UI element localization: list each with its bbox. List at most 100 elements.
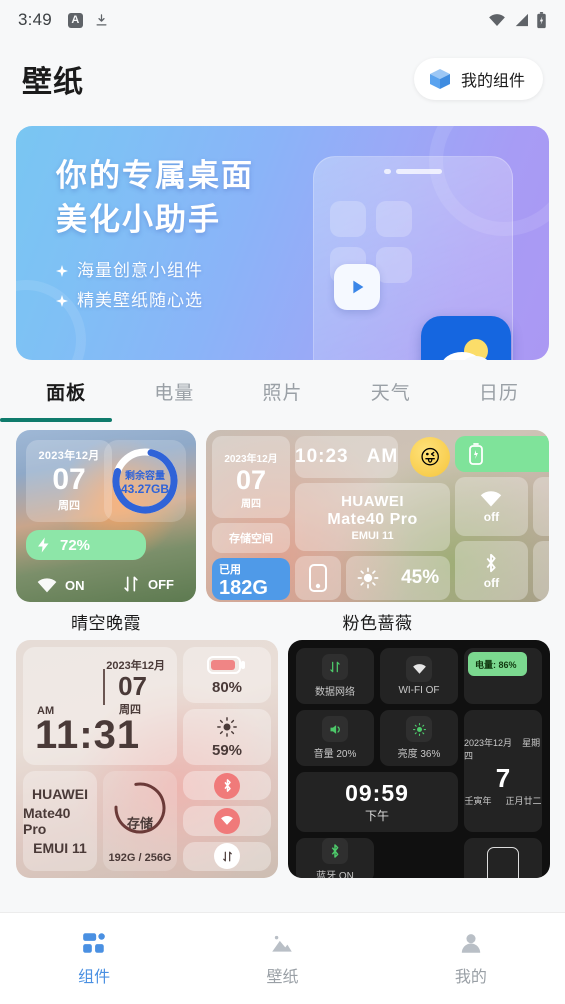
rose-time-row: 10:23 AM 😜	[295, 436, 451, 478]
rose-airplane-switch: off	[532, 541, 549, 600]
tab-active-underline	[0, 418, 112, 422]
brightness-icon	[217, 716, 237, 737]
cube-icon	[429, 69, 450, 89]
sunset-wifi-state: ON	[65, 578, 85, 593]
pink-switch-column	[183, 771, 271, 871]
widget-preview-rose[interactable]: 2023年12月 07 周四 存储空间 已用 182G 10:23 AM 😜 H…	[206, 430, 549, 602]
rose-brightness-value: 45%	[401, 567, 440, 588]
widget-cell-rose[interactable]: 2023年12月 07 周四 存储空间 已用 182G 10:23 AM 😜 H…	[206, 430, 549, 634]
wifi-icon	[489, 14, 505, 26]
rose-time: 10:23	[295, 446, 349, 467]
dark-battery-label: 电量: 86%	[468, 652, 527, 676]
diamond-icon	[56, 295, 68, 307]
tab-calendar[interactable]: 日历	[445, 378, 553, 405]
rose-day: 07	[235, 464, 267, 495]
widget-preview-sunset[interactable]: 2023年12月 07 周四 剩余容量 43.27GB 72% ON OFF	[16, 430, 196, 602]
sunset-battery-tile: 72%	[26, 530, 146, 560]
dark-bluetooth-label: 蓝牙 ON	[316, 871, 354, 878]
status-bar-left-icons: A	[67, 12, 109, 28]
volume-icon	[322, 716, 348, 742]
data-transfer-icon	[214, 843, 240, 870]
sunset-year-month: 2023年12月	[38, 450, 100, 462]
phone-outline-icon	[487, 846, 519, 878]
dark-time: 09:59	[345, 780, 409, 806]
widget-cell-dark[interactable]: 数据网络 WI-FI OF 电量: 86% 音量 20% 亮度 36% 2023…	[288, 640, 550, 878]
banner-bullet-1: 海量创意小组件	[56, 256, 254, 286]
banner-bullets: 海量创意小组件 精美壁纸随心选	[56, 256, 254, 316]
page-header: 壁纸 我的组件	[0, 40, 565, 118]
pink-bottom-left: HUAWEI Mate40 Pro EMUI 11 存储 192G / 256G	[23, 771, 177, 871]
pink-storage-tile: 存储 192G / 256G	[103, 771, 177, 871]
dark-battery-tile: 电量: 86%	[464, 648, 542, 704]
widget-cell-pink[interactable]: 2023年12月 07 周四 AM 11:31 80% 59% HUAWEI M…	[16, 640, 278, 878]
phone-outline-icon	[295, 556, 341, 600]
nav-item-wallpaper[interactable]: 壁纸	[188, 913, 376, 1004]
sunset-storage-value: 43.27GB	[120, 481, 170, 496]
sunset-wifi-toggle: ON	[36, 577, 85, 594]
tab-battery[interactable]: 电量	[120, 378, 228, 405]
font-size-icon: A	[67, 12, 83, 28]
widget-row-2: 2023年12月 07 周四 AM 11:31 80% 59% HUAWEI M…	[16, 640, 550, 878]
widget-cell-sunset[interactable]: 2023年12月 07 周四 剩余容量 43.27GB 72% ON OFF 晴…	[16, 430, 196, 634]
rose-data-switch: on	[532, 477, 549, 536]
status-bar: 3:49 A	[0, 0, 565, 40]
brightness-icon	[406, 716, 432, 742]
pink-model: Mate40 Pro	[23, 805, 71, 837]
promo-banner[interactable]: 00:10 你的专属桌面 美化小助手 海量创意小组件 精美壁纸随心选	[16, 126, 549, 360]
dark-calendar-tile: 2023年12月 星期四 7 壬寅年 正月廿二	[464, 710, 542, 832]
nav-item-profile[interactable]: 我的	[377, 913, 565, 1004]
battery-icon	[207, 655, 245, 674]
play-icon	[334, 264, 380, 310]
emoji-face-icon: 😜	[410, 437, 451, 477]
banner-bullet-2: 精美壁纸随心选	[56, 286, 254, 316]
tab-photo[interactable]: 照片	[228, 378, 336, 405]
tab-panel[interactable]: 面板	[12, 378, 120, 405]
bottom-navigation: 组件 壁纸 我的	[0, 912, 565, 1004]
dark-lunar-year: 壬寅年	[464, 795, 492, 806]
battery-icon	[469, 443, 484, 465]
nav-label-wallpaper: 壁纸	[266, 969, 299, 986]
tab-weather[interactable]: 天气	[337, 378, 445, 405]
rose-switch-grid: off on off	[455, 477, 549, 600]
widget-preview-pink[interactable]: 2023年12月 07 周四 AM 11:31 80% 59% HUAWEI M…	[16, 640, 278, 878]
rose-right-column: 99% off on	[455, 436, 549, 600]
pink-clock-tile: 2023年12月 07 周四 AM 11:31	[23, 647, 177, 765]
sunset-battery-value: 72%	[60, 536, 91, 554]
rose-weekday: 周四	[241, 498, 261, 510]
rose-wifi-switch: off	[455, 477, 528, 536]
banner-text-block: 你的专属桌面 美化小助手 海量创意小组件 精美壁纸随心选	[56, 154, 254, 316]
wifi-icon	[214, 807, 240, 834]
widget-label-sunset: 晴空晚霞	[71, 614, 141, 633]
nav-item-widgets[interactable]: 组件	[0, 913, 188, 1004]
status-bar-time: 3:49	[18, 10, 52, 29]
data-transfer-icon	[322, 654, 348, 680]
dark-calendar-ym: 2023年12月	[464, 737, 513, 748]
download-icon	[96, 13, 107, 25]
dark-meridiem: 下午	[364, 809, 389, 823]
rose-battery-tile: 99%	[455, 436, 549, 472]
rose-bottom-row: 45%	[295, 556, 451, 600]
widget-label-rose: 粉色蔷薇	[342, 614, 413, 633]
dark-wifi-tile: WI-FI OF	[380, 648, 458, 704]
rose-storage-label: 存储空间	[212, 523, 290, 553]
rose-wifi-state: off	[483, 509, 500, 524]
rose-left-column: 2023年12月 07 周四 存储空间 已用 182G	[212, 436, 290, 600]
sunset-weekday: 周四	[58, 500, 80, 512]
pink-battery-tile: 80%	[183, 647, 271, 703]
rose-brightness-tile: 45%	[346, 556, 451, 600]
rose-used-tile: 已用 182G	[212, 558, 290, 600]
widget-grid: 2023年12月 07 周四 剩余容量 43.27GB 72% ON OFF 晴…	[0, 422, 565, 878]
rose-model: Mate40 Pro	[327, 510, 418, 528]
weather-cloud-sun-icon	[421, 316, 511, 360]
pink-day: 07	[118, 671, 147, 701]
pink-data-switch	[183, 841, 271, 871]
rose-device-tile: HUAWEI Mate40 Pro EMUI 11	[295, 483, 451, 551]
dark-clock-tile: 09:59 下午	[296, 772, 458, 832]
dark-calendar-lunar: 壬寅年 正月廿二	[464, 794, 541, 807]
my-widgets-button[interactable]: 我的组件	[413, 58, 543, 100]
nav-label-widgets: 组件	[78, 969, 111, 986]
rose-bluetooth-state: off	[483, 575, 500, 590]
widget-preview-dark[interactable]: 数据网络 WI-FI OF 电量: 86% 音量 20% 亮度 36% 2023…	[288, 640, 550, 878]
battery-charging-icon	[537, 11, 546, 28]
sunset-data-state: OFF	[148, 576, 174, 592]
